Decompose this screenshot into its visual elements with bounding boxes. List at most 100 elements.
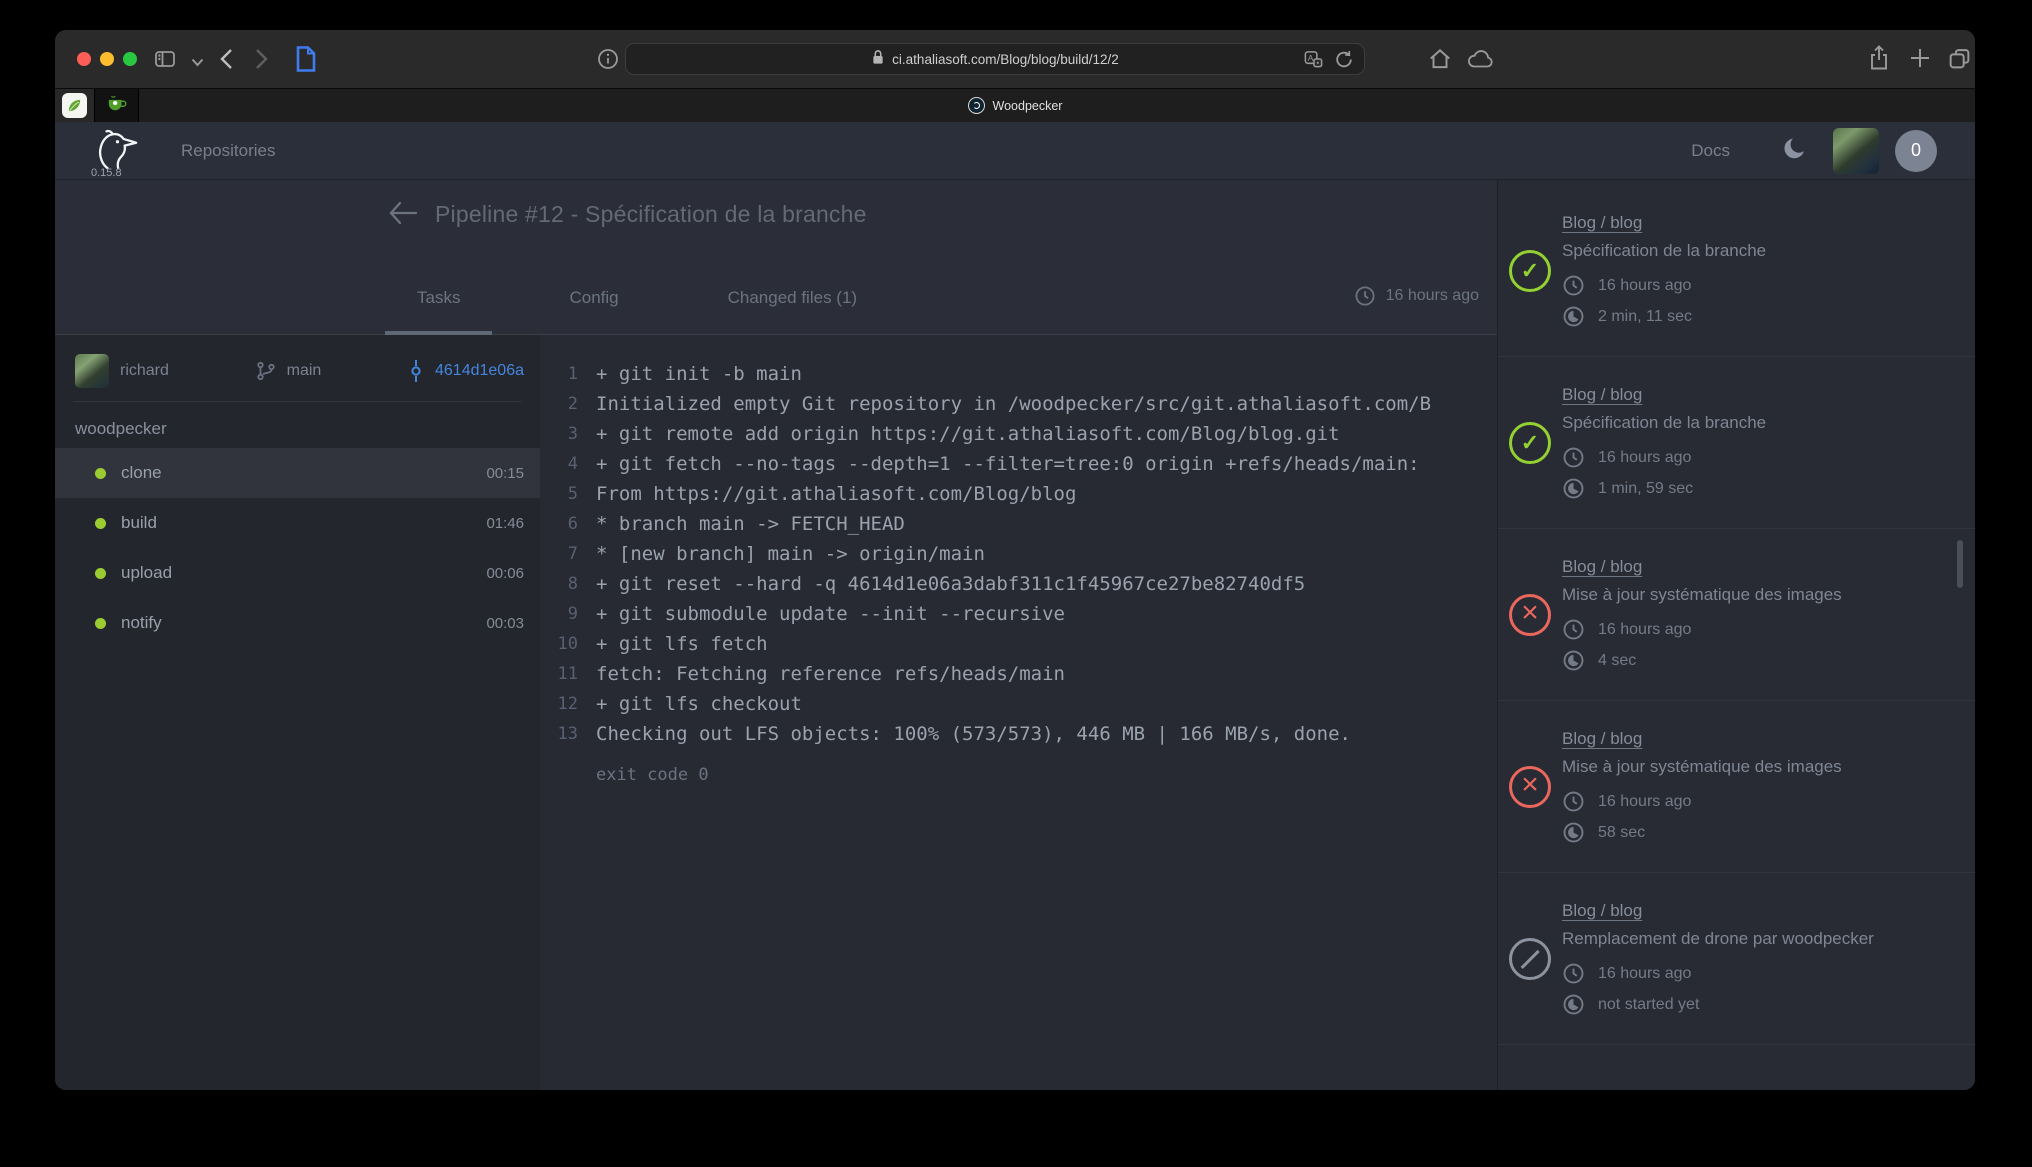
pipeline-tab[interactable]: Tasks: [385, 288, 492, 335]
pinned-tab-leaf[interactable]: [55, 89, 95, 122]
recent-builds-sidebar: Blog / blog Spécification de la branche …: [1497, 180, 1975, 1090]
repo-link[interactable]: Blog / blog: [1562, 385, 1642, 405]
log-line-text: Checking out LFS objects: 100% (573/573)…: [596, 719, 1351, 749]
clock-icon: [1354, 285, 1376, 307]
build-status-icon: [1509, 422, 1551, 464]
repo-link[interactable]: Blog / blog: [1562, 557, 1642, 577]
log-line-text: fetch: Fetching reference refs/heads/mai…: [596, 659, 1065, 689]
woodpecker-logo-icon[interactable]: 0.15.8: [91, 122, 147, 180]
build-card[interactable]: Blog / blog Remplacement de drone par wo…: [1498, 873, 1975, 1045]
step-duration: 00:03: [486, 615, 524, 632]
pipeline-sidebar: richard main: [55, 335, 540, 1090]
build-duration-row: 4 sec: [1562, 649, 1967, 672]
step-name: build: [121, 513, 486, 533]
step-row[interactable]: notify 00:03: [55, 598, 540, 648]
home-icon[interactable]: [1427, 46, 1453, 77]
lock-icon: [871, 49, 885, 69]
branch-name: main: [287, 362, 322, 380]
forward-button-icon[interactable]: [254, 47, 269, 76]
user-avatar[interactable]: [1833, 128, 1879, 174]
sidebar-toggle-icon[interactable]: [153, 47, 177, 76]
commit-info-card: richard main: [55, 335, 540, 401]
back-button-icon[interactable]: [219, 47, 234, 76]
pinned-tab-teacup[interactable]: [95, 89, 139, 122]
share-icon[interactable]: [1867, 44, 1891, 77]
zoom-window-button[interactable]: [123, 52, 137, 66]
build-card[interactable]: Blog / blog Spécification de la branche …: [1498, 357, 1975, 529]
log-line-number: 13: [540, 719, 578, 749]
cloud-icon[interactable]: [1467, 49, 1495, 74]
log-line: 3 + git remote add origin https://git.at…: [540, 419, 1497, 449]
new-tab-icon[interactable]: [1909, 47, 1931, 74]
step-name: notify: [121, 613, 486, 633]
log-line-text: From https://git.athaliasoft.com/Blog/bl…: [596, 479, 1076, 509]
log-line-text: * branch main -> FETCH_HEAD: [596, 509, 905, 539]
step-row[interactable]: upload 00:06: [55, 548, 540, 598]
step-duration: 00:06: [486, 565, 524, 582]
build-card[interactable]: Blog / blog Mise à jour systématique des…: [1498, 701, 1975, 873]
teacup-favicon-icon: [106, 93, 128, 118]
step-row[interactable]: build 01:46: [55, 498, 540, 548]
svg-text:A: A: [1308, 53, 1314, 63]
log-line: 2 Initialized empty Git repository in /w…: [540, 389, 1497, 419]
log-panel: 1 + git init -b main 2 Initialized empty…: [540, 335, 1497, 1090]
step-list: clone 00:15 build 01:46: [55, 448, 540, 648]
step-status-dot-icon: [95, 618, 106, 629]
log-line-text: + git lfs fetch: [596, 629, 768, 659]
log-line-number: 5: [540, 479, 578, 509]
reload-icon[interactable]: [1334, 49, 1354, 73]
log-line-number: 10: [540, 629, 578, 659]
url-text: ci.athaliasoft.com/Blog/blog/build/12/2: [892, 52, 1119, 67]
close-window-button[interactable]: [77, 52, 91, 66]
author-name: richard: [120, 362, 169, 380]
repo-link[interactable]: Blog / blog: [1562, 901, 1642, 921]
log-line-text: + git remote add origin https://git.atha…: [596, 419, 1340, 449]
build-card[interactable]: Blog / blog Remplacement de drone par wo…: [1498, 1045, 1975, 1090]
notification-badge[interactable]: 0: [1895, 130, 1937, 172]
log-line-text: + git lfs checkout: [596, 689, 802, 719]
tab-overview-icon[interactable]: [1947, 46, 1972, 76]
tab-group-chevron-icon[interactable]: [191, 54, 204, 72]
clock-icon: [1562, 962, 1585, 985]
address-bar[interactable]: ci.athaliasoft.com/Blog/blog/build/12/2 …: [625, 43, 1365, 75]
active-tab[interactable]: Woodpecker: [55, 89, 1975, 122]
build-card[interactable]: Blog / blog Spécification de la branche …: [1498, 185, 1975, 357]
nav-repositories[interactable]: Repositories: [181, 141, 276, 161]
translate-icon[interactable]: A: [1303, 49, 1324, 73]
duration-icon: [1562, 993, 1585, 1016]
build-duration-row: 2 min, 11 sec: [1562, 305, 1967, 328]
theme-toggle-moon-icon[interactable]: [1782, 136, 1807, 166]
pipeline-tabs: Tasks Config Changed files (1): [385, 288, 889, 335]
back-arrow-icon[interactable]: [388, 200, 418, 226]
pipeline-tab[interactable]: Config: [537, 288, 650, 335]
build-status-icon: [1509, 938, 1551, 980]
step-row[interactable]: clone 00:15: [55, 448, 540, 498]
build-card[interactable]: Blog / blog Mise à jour systématique des…: [1498, 529, 1975, 701]
info-icon[interactable]: [596, 47, 620, 76]
browser-toolbar: ci.athaliasoft.com/Blog/blog/build/12/2 …: [55, 30, 1975, 88]
log-line-number: 7: [540, 539, 578, 569]
build-time-row: 16 hours ago: [1562, 274, 1967, 297]
build-message: Mise à jour systématique des images: [1562, 757, 1967, 777]
nav-docs[interactable]: Docs: [1691, 141, 1730, 161]
log-line: 1 + git init -b main: [540, 359, 1497, 389]
build-status-icon: [1509, 594, 1551, 636]
log-line-text: + git init -b main: [596, 359, 802, 389]
leaf-favicon-icon: [62, 93, 87, 118]
woodpecker-app: 0.15.8 Repositories Docs 0 Pipeline #12 …: [55, 122, 1975, 1090]
log-line: 13 Checking out LFS objects: 100% (573/5…: [540, 719, 1497, 749]
branch-icon: [256, 361, 276, 381]
repo-link[interactable]: Blog / blog: [1562, 729, 1642, 749]
step-duration: 01:46: [486, 515, 524, 532]
commit-hash-link[interactable]: 4614d1e06a: [435, 362, 524, 380]
minimize-window-button[interactable]: [100, 52, 114, 66]
duration-icon: [1562, 477, 1585, 500]
log-line-number: 9: [540, 599, 578, 629]
log-line-number: 8: [540, 569, 578, 599]
repo-link[interactable]: Blog / blog: [1562, 213, 1642, 233]
build-status-icon: [1509, 250, 1551, 292]
build-list: Blog / blog Spécification de la branche …: [1498, 185, 1975, 1090]
pipeline-tab[interactable]: Changed files (1): [696, 288, 889, 335]
sidebar-scrollbar-thumb[interactable]: [1957, 540, 1963, 588]
page-document-icon[interactable]: [293, 44, 319, 79]
